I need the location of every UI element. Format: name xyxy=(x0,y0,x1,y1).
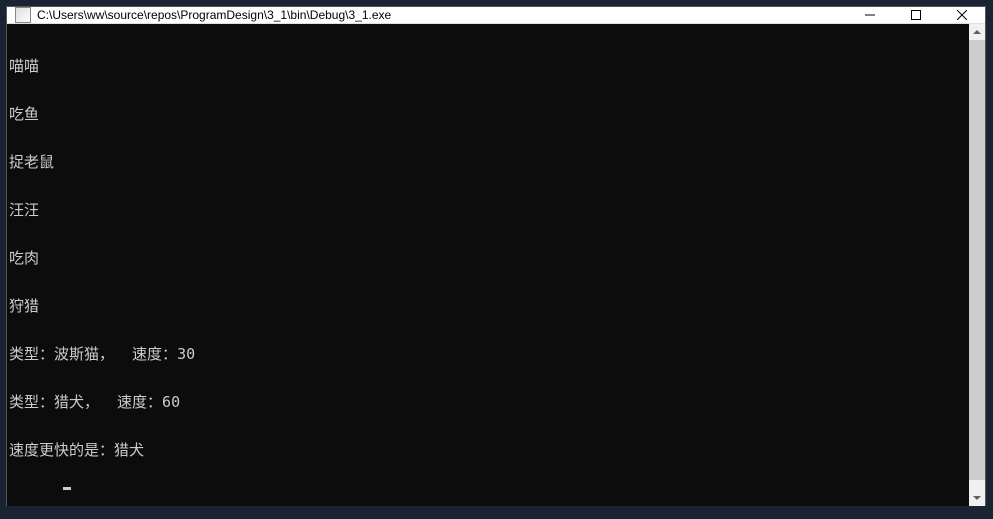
scroll-down-arrow-icon[interactable] xyxy=(969,490,985,506)
console-line: 类型：波斯猫， 速度：30 xyxy=(9,346,969,362)
scroll-up-arrow-icon[interactable] xyxy=(969,24,985,40)
console-line: 狩猎 xyxy=(9,298,969,314)
close-button[interactable] xyxy=(939,7,985,23)
app-icon xyxy=(15,7,31,23)
maximize-button[interactable] xyxy=(893,7,939,23)
console-line: 喵喵 xyxy=(9,58,969,74)
vertical-scrollbar[interactable] xyxy=(969,24,985,506)
cursor xyxy=(63,487,71,490)
console-line: 捉老鼠 xyxy=(9,154,969,170)
scroll-thumb[interactable] xyxy=(969,40,985,480)
window-title: C:\Users\ww\source\repos\ProgramDesign\3… xyxy=(37,8,847,22)
console-line: 汪汪 xyxy=(9,202,969,218)
console-line: 吃鱼 xyxy=(9,106,969,122)
minimize-button[interactable] xyxy=(847,7,893,23)
titlebar[interactable]: C:\Users\ww\source\repos\ProgramDesign\3… xyxy=(7,7,985,24)
console-line: 吃肉 xyxy=(9,250,969,266)
console-line: 类型：猎犬， 速度：60 xyxy=(9,394,969,410)
console-window: C:\Users\ww\source\repos\ProgramDesign\3… xyxy=(6,6,986,506)
window-controls xyxy=(847,7,985,23)
client-area: 喵喵 吃鱼 捉老鼠 汪汪 吃肉 狩猎 类型：波斯猫， 速度：30 类型：猎犬， … xyxy=(7,24,985,506)
console-line: 速度更快的是：猎犬 xyxy=(9,442,969,458)
console-output[interactable]: 喵喵 吃鱼 捉老鼠 汪汪 吃肉 狩猎 类型：波斯猫， 速度：30 类型：猎犬， … xyxy=(7,24,969,506)
